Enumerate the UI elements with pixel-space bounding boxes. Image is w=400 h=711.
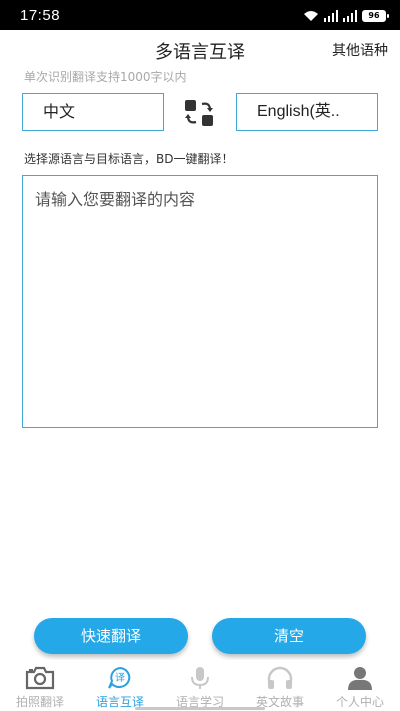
- clear-button[interactable]: 清空: [212, 618, 366, 654]
- other-languages-button[interactable]: 其他语种: [332, 40, 388, 60]
- translate-icon: 译: [108, 666, 131, 689]
- microphone-icon: [191, 667, 209, 689]
- status-bar: 17:58 96: [0, 0, 400, 30]
- status-time: 17:58: [20, 7, 61, 24]
- svg-text:译: 译: [115, 672, 125, 684]
- tab-english-stories[interactable]: 英文故事: [240, 660, 320, 711]
- char-limit-hint: 单次识别翻译支持1000字以内: [24, 70, 187, 84]
- tab-photo-translate[interactable]: 拍照翻译: [0, 660, 80, 711]
- user-icon: [348, 667, 372, 690]
- header: 多语言互译 其他语种: [0, 30, 400, 68]
- source-language-select[interactable]: 中文: [22, 93, 164, 131]
- language-select-hint: 选择源语言与目标语言，BD一键翻译！: [24, 152, 234, 166]
- headphones-icon: [267, 666, 293, 689]
- home-indicator: [135, 707, 265, 710]
- wifi-icon: [304, 11, 318, 21]
- tab-label: 拍照翻译: [15, 695, 64, 709]
- status-icons: 96: [303, 8, 389, 24]
- bottom-tab-bar: 拍照翻译 译 语言互译 语言学习 英文故事 个人中心: [0, 660, 400, 711]
- translation-input[interactable]: [22, 175, 378, 428]
- tab-profile[interactable]: 个人中心: [320, 660, 400, 711]
- tab-language-translate[interactable]: 译 语言互译: [80, 660, 160, 711]
- swap-icon: [185, 100, 213, 126]
- tab-language-learning[interactable]: 语言学习: [160, 660, 240, 711]
- tab-label: 个人中心: [335, 695, 384, 709]
- quick-translate-button[interactable]: 快速翻译: [34, 618, 188, 654]
- battery-level: 96: [368, 11, 380, 20]
- target-language-select[interactable]: English(英..: [236, 93, 378, 131]
- battery-icon: 96: [362, 10, 389, 22]
- camera-icon: [25, 666, 55, 690]
- signal-icon-2: [343, 10, 357, 22]
- signal-icon: [324, 10, 338, 22]
- swap-languages-button[interactable]: [183, 98, 215, 128]
